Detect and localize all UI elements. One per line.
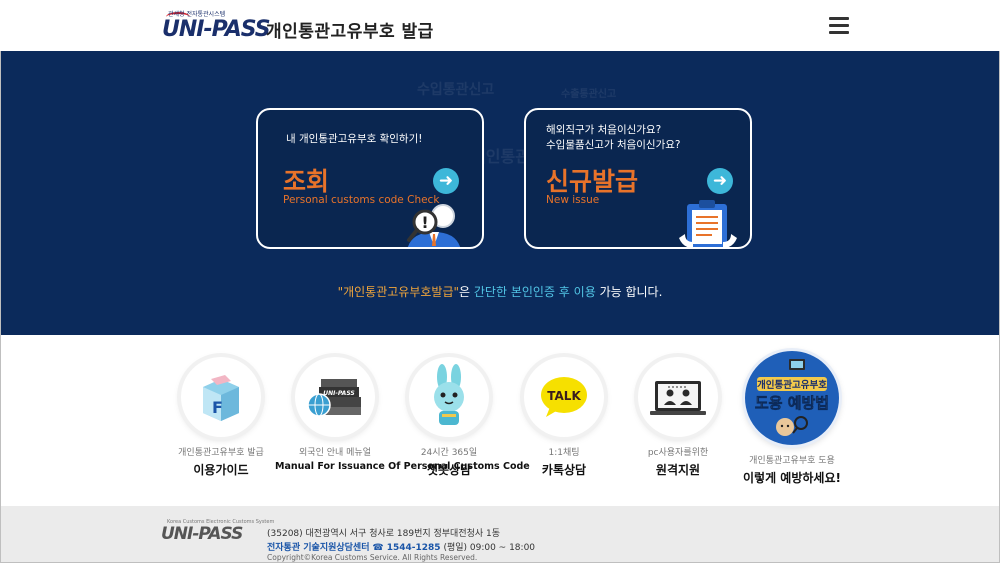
service-label: 카톡상담: [541, 463, 587, 477]
unipass-logo[interactable]: 관세청 전자통관시스템 UNI-PASS: [162, 9, 271, 43]
svg-text:도용 예방법: 도용 예방법: [755, 394, 829, 412]
service-prevention[interactable]: 개인통관고유부호 도용 예방법 개인통관고유부호 도용 이렇게 예방하세요!: [732, 351, 852, 486]
service-label: Manual For Issuance Of Personal Customs …: [275, 461, 530, 472]
card-title: 신규발급: [546, 167, 639, 196]
service-label: 이렇게 예방하세요!: [743, 471, 841, 485]
support-hours: (평일) 09:00 ~ 18:00: [443, 543, 536, 553]
service-label: 챗봇상담: [426, 463, 472, 477]
card-description: 내 개인통관고유부호 확인하기!: [286, 133, 423, 145]
arrow-right-icon[interactable]: ➜: [433, 168, 459, 194]
service-caption: 개인통관고유부호 발급: [178, 448, 264, 458]
magnifier-person-icon: !: [407, 204, 461, 247]
page-title: 개인통관고유부호 발급: [266, 22, 434, 42]
hero-section: 수입통관신고 수출통관신고 개인통관 내 개인통관고유부호 확인하기! 조회 P…: [1, 51, 999, 335]
service-label: 이용가이드: [193, 463, 249, 477]
hero-bg-text: 수출통관신고: [561, 89, 617, 100]
card-description: 해외직구가 처음이신가요? 수입물품신고가 처음이신가요?: [546, 124, 681, 151]
card-subtitle: New issue: [546, 194, 600, 206]
service-kakaotalk[interactable]: TALK 1:1채팅 카톡상담: [504, 357, 624, 478]
header: 관세청 전자통관시스템 UNI-PASS 개인통관고유부호 발급: [0, 0, 1000, 51]
hamburger-icon[interactable]: [829, 17, 849, 35]
document-clipboard-icon: [679, 200, 737, 247]
guide-box-icon: F: [181, 357, 261, 437]
service-caption: 24시간 365일: [420, 448, 478, 458]
services-section: F 개인통관고유부호 발급 이용가이드 UNI-PASS 외국인 안내 메뉴얼 …: [1, 335, 999, 506]
chatbot-rabbit-icon: [409, 357, 489, 437]
support-center-label: 전자통관 기술지원상담센터: [267, 543, 370, 553]
hero-bg-text: 수입통관신고: [417, 82, 495, 98]
support-phone[interactable]: ☎ 1544-1285: [372, 543, 440, 553]
service-chatbot[interactable]: 24시간 365일 챗봇상담: [389, 357, 509, 478]
lookup-card[interactable]: 내 개인통관고유부호 확인하기! 조회 Personal customs cod…: [256, 108, 484, 249]
footer-address: (35208) 대전광역시 서구 청사로 189번지 정부대전청사 1동: [267, 529, 501, 539]
service-caption: 1:1채팅: [548, 448, 580, 458]
service-remote-support[interactable]: pc사용자를위한 원격지원: [618, 357, 738, 478]
footer-copyright: Copyright©Korea Customs Service. All Rig…: [267, 553, 478, 562]
service-caption: 개인통관고유부호 도용: [749, 456, 835, 466]
arrow-right-icon[interactable]: ➜: [707, 168, 733, 194]
service-caption: pc사용자를위한: [647, 448, 709, 458]
manual-books-icon: UNI-PASS: [295, 357, 375, 437]
svg-text:F: F: [212, 398, 223, 417]
svg-text:개인통관고유부호: 개인통관고유부호: [757, 379, 827, 391]
new-issue-card[interactable]: 해외직구가 처음이신가요? 수입물품신고가 처음이신가요? 신규발급 New i…: [524, 108, 752, 249]
footer: Korea Customs Electronic Customs System …: [1, 506, 999, 562]
service-caption: 외국인 안내 메뉴얼: [299, 448, 371, 458]
svg-text:!: !: [421, 213, 428, 232]
kakaotalk-icon: TALK: [524, 357, 604, 437]
service-label: 원격지원: [655, 463, 701, 477]
service-foreigner-manual[interactable]: UNI-PASS 외국인 안내 메뉴얼 Manual For Issuance …: [275, 357, 530, 472]
remote-support-icon: [638, 357, 718, 437]
svg-text:TALK: TALK: [547, 389, 581, 403]
card-title: 조회: [283, 167, 330, 196]
footer-support: 전자통관 기술지원상담센터 ☎ 1544-1285 (평일) 09:00 ~ 1…: [267, 540, 535, 553]
prevention-badge-icon: 개인통관고유부호 도용 예방법: [745, 351, 839, 445]
logo-text: UNI-PASS: [162, 17, 271, 42]
hero-notice: "개인통관고유부호발급"은 간단한 본인인증 후 이용 가능 합니다.: [337, 285, 663, 299]
svg-text:UNI-PASS: UNI-PASS: [323, 390, 355, 397]
service-usage-guide[interactable]: F 개인통관고유부호 발급 이용가이드: [161, 357, 281, 478]
footer-logo: UNI-PASS: [161, 524, 243, 544]
